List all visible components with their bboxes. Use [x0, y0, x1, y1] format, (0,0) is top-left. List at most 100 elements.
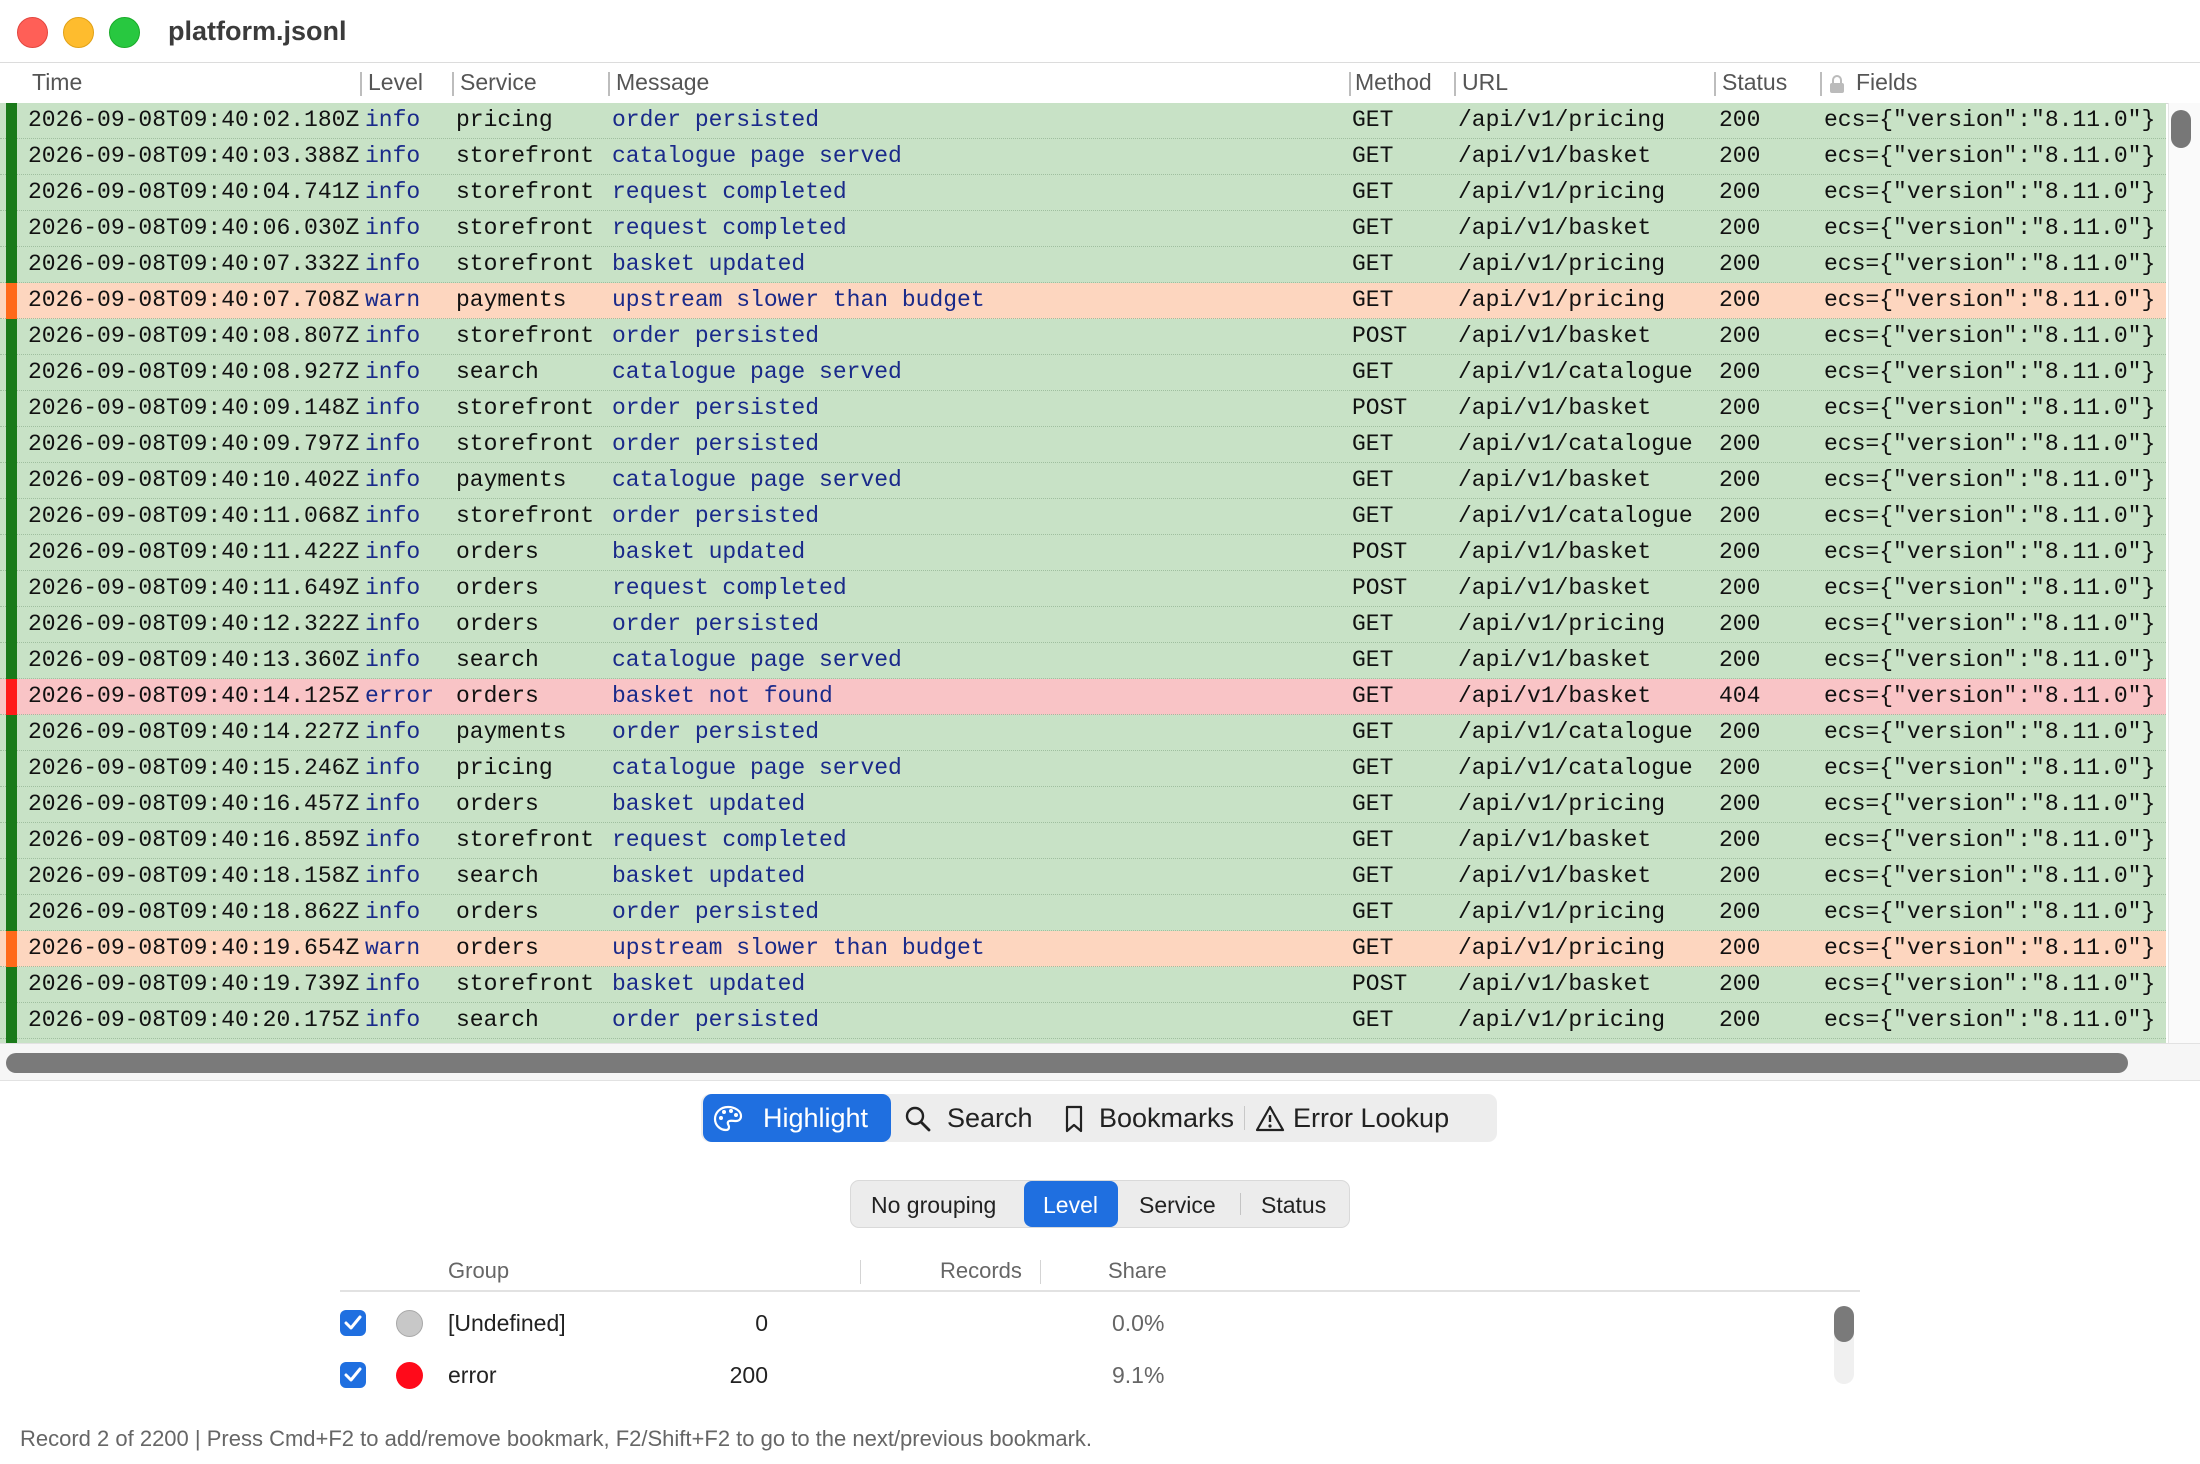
log-row[interactable]: 2026-09-08T09:40:18.862Z info orders order … — [0, 895, 2166, 931]
log-row[interactable]: 2026-09-08T09:40:16.457Z info orders basket… — [0, 787, 2166, 823]
log-cell-url: /api/v1/catalogue — [1458, 719, 1693, 745]
log-row[interactable]: 2026-09-08T09:40:14.125Z error orders baske… — [0, 679, 2166, 715]
log-row[interactable]: 2026-09-08T09:40:11.422Z info orders basket… — [0, 535, 2166, 571]
zoom-window-button[interactable] — [109, 17, 140, 48]
log-row[interactable]: 2026-09-08T09:40:19.654Z warn orders upstre… — [0, 931, 2166, 967]
column-header-service[interactable]: Service — [460, 69, 537, 96]
log-cell-service: storefront — [456, 251, 595, 277]
log-row[interactable]: 2026-09-08T09:40:09.148Z info storefront or… — [0, 391, 2166, 427]
log-cell-message: upstream slower than budget — [612, 287, 985, 313]
log-cell-level: info — [365, 215, 421, 241]
group-row-undefined[interactable]: [Undefined] 0 0.0% — [340, 1298, 1860, 1350]
log-row[interactable]: 2026-09-08T09:40:11.649Z info orders reques… — [0, 571, 2166, 607]
grouping-no-grouping[interactable]: No grouping — [851, 1181, 1021, 1227]
group-color-swatch[interactable] — [396, 1310, 423, 1337]
log-cell-level: info — [365, 395, 421, 421]
log-row[interactable]: 2026-09-08T09:40:04.741Z info storefront re… — [0, 175, 2166, 211]
level-marker — [6, 787, 17, 823]
column-resize-handle[interactable] — [1820, 72, 1822, 96]
log-row[interactable]: 2026-09-08T09:40:12.322Z info orders order … — [0, 607, 2166, 643]
log-cell-fields: ecs={"version":"8.11.0"} — [1824, 683, 2156, 709]
bookmark-icon — [1065, 1105, 1083, 1133]
grouping-level[interactable]: Level — [1024, 1181, 1118, 1227]
vertical-scrollbar-thumb[interactable] — [2171, 110, 2191, 148]
log-row[interactable]: 2026-09-08T09:40:15.246Z info pricing catal… — [0, 751, 2166, 787]
tab-search[interactable]: Search — [895, 1094, 1047, 1142]
grouping-service[interactable]: Service — [1121, 1181, 1237, 1227]
tab-bookmarks[interactable]: Bookmarks — [1051, 1094, 1239, 1142]
groups-column-records[interactable]: Records — [940, 1258, 1022, 1284]
log-row[interactable]: 2026-09-08T09:40:06.030Z info storefront re… — [0, 211, 2166, 247]
column-resize-handle[interactable] — [1349, 72, 1351, 96]
tab-highlight[interactable]: Highlight — [703, 1094, 891, 1142]
log-cell-message: upstream slower than budget — [612, 935, 985, 961]
log-cell-service: storefront — [456, 827, 595, 853]
log-cell-message: order persisted — [612, 395, 820, 421]
log-row[interactable]: 2026-09-08T09:40:08.927Z info search catalo… — [0, 355, 2166, 391]
groups-column-group[interactable]: Group — [448, 1258, 509, 1284]
log-row[interactable]: 2026-09-08T09:40:02.180Z info pricing order… — [0, 103, 2166, 139]
grouping-status[interactable]: Status — [1243, 1181, 1349, 1227]
column-resize-handle[interactable] — [1454, 72, 1456, 96]
level-marker — [6, 463, 17, 499]
close-window-button[interactable] — [17, 17, 48, 48]
log-row[interactable]: 2026-09-08T09:40:03.388Z info storefront ca… — [0, 139, 2166, 175]
group-visible-checkbox[interactable] — [340, 1310, 366, 1336]
groups-scrollbar-thumb[interactable] — [1834, 1306, 1854, 1342]
tab-error-lookup[interactable]: Error Lookup — [1249, 1094, 1495, 1142]
group-visible-checkbox[interactable] — [340, 1362, 366, 1388]
log-cell-message: order persisted — [612, 899, 820, 925]
log-cell-fields: ecs={"version":"8.11.0"} — [1824, 827, 2156, 853]
log-cell-level: info — [365, 539, 421, 565]
horizontal-scrollbar-thumb[interactable] — [6, 1053, 2128, 1073]
log-row[interactable]: 2026-09-08T09:40:10.402Z info payments cata… — [0, 463, 2166, 499]
column-resize-handle[interactable] — [452, 72, 454, 96]
group-share: 0.0% — [1112, 1310, 1165, 1336]
log-cell-fields: ecs={"version":"8.11.0"} — [1824, 755, 2156, 781]
column-resize-handle[interactable] — [860, 1260, 861, 1284]
log-row[interactable]: 2026-09-08T09:40:19.739Z info storefront ba… — [0, 967, 2166, 1003]
column-resize-handle[interactable] — [608, 72, 610, 96]
log-row[interactable]: 2026-09-08T09:40:14.227Z info payments orde… — [0, 715, 2166, 751]
log-row[interactable]: 2026-09-08T09:40:08.807Z info storefront or… — [0, 319, 2166, 355]
log-cell-level: info — [365, 107, 421, 133]
log-cell-method: GET — [1352, 359, 1394, 385]
column-header-status[interactable]: Status — [1722, 69, 1787, 96]
log-cell-method: POST — [1352, 575, 1408, 601]
log-table-body[interactable]: 2026-09-08T09:40:02.180Z info pricing order… — [0, 103, 2166, 1043]
column-resize-handle[interactable] — [1040, 1260, 1041, 1284]
group-color-swatch[interactable] — [396, 1362, 423, 1389]
log-row[interactable]: 2026-09-08T09:40:18.158Z info search basket… — [0, 859, 2166, 895]
log-row[interactable]: 2026-09-08T09:40:07.332Z info storefront ba… — [0, 247, 2166, 283]
log-row[interactable]: 2026-09-08T09:40:11.068Z info storefront or… — [0, 499, 2166, 535]
column-header-method[interactable]: Method — [1355, 69, 1432, 96]
vertical-scrollbar[interactable] — [2168, 103, 2200, 1043]
log-row[interactable]: 2026-09-08T09:40:09.797Z info storefront or… — [0, 427, 2166, 463]
column-resize-handle[interactable] — [360, 72, 362, 96]
log-cell-service: orders — [456, 935, 539, 961]
log-cell-service: orders — [456, 611, 539, 637]
group-row-error[interactable]: error 200 9.1% — [340, 1350, 1860, 1402]
log-row[interactable]: 2026-09-08T09:40:07.708Z warn payments upst… — [0, 283, 2166, 319]
level-marker — [6, 427, 17, 463]
column-header-time[interactable]: Time — [32, 69, 82, 96]
log-cell-fields: ecs={"version":"8.11.0"} — [1824, 647, 2156, 673]
log-cell-service: storefront — [456, 143, 595, 169]
column-header-url[interactable]: URL — [1462, 69, 1508, 96]
column-header-level[interactable]: Level — [368, 69, 423, 96]
column-header-message[interactable]: Message — [616, 69, 709, 96]
log-row[interactable]: 2026-09-08T09:40:13.360Z info search catalo… — [0, 643, 2166, 679]
log-row[interactable]: 2026-09-08T09:40:20.175Z info search order … — [0, 1003, 2166, 1039]
log-cell-method: GET — [1352, 863, 1394, 889]
log-cell-level: info — [365, 647, 421, 673]
log-cell-time: 2026-09-08T09:40:19.739Z — [28, 971, 360, 997]
log-cell-url: /api/v1/pricing — [1458, 1007, 1666, 1033]
log-cell-time: 2026-09-08T09:40:16.859Z — [28, 827, 360, 853]
log-table-header: Time Level Service Message Method URL St… — [0, 63, 2200, 104]
minimize-window-button[interactable] — [63, 17, 94, 48]
log-cell-status: 200 — [1719, 359, 1761, 385]
log-row[interactable]: 2026-09-08T09:40:16.859Z info storefront re… — [0, 823, 2166, 859]
column-resize-handle[interactable] — [1714, 72, 1716, 96]
column-header-fields[interactable]: Fields — [1856, 69, 1917, 96]
groups-column-share[interactable]: Share — [1108, 1258, 1167, 1284]
